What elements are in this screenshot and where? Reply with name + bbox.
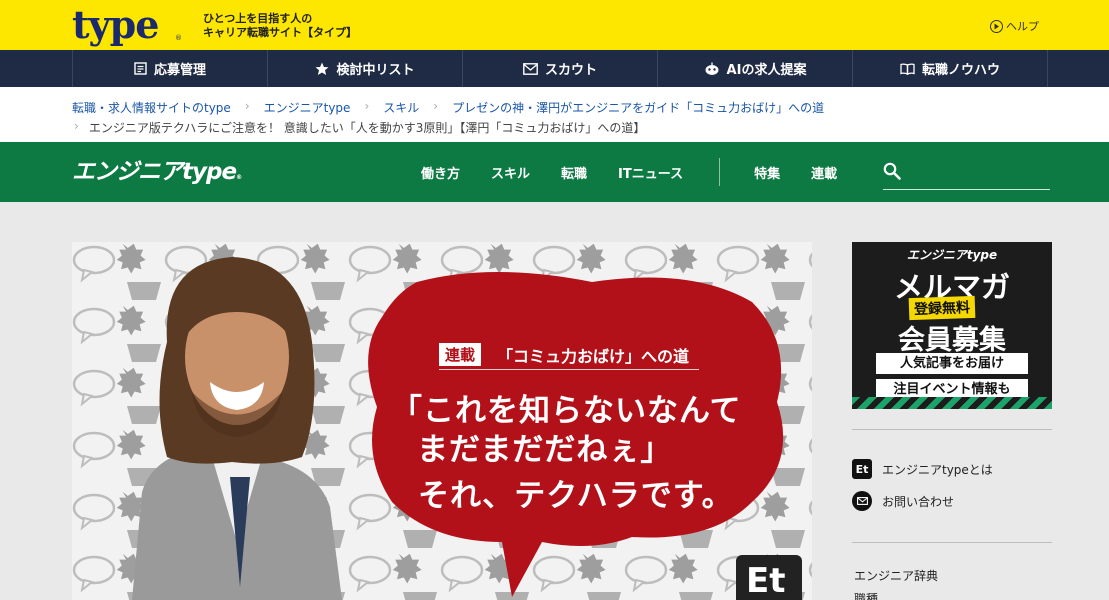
chevron-right-icon: › xyxy=(364,99,370,113)
sidebar-divider xyxy=(852,542,1052,543)
series-title: 「コミュ力おばけ」への道 xyxy=(497,347,690,366)
engineer-type-logo-text: エンジニアtype xyxy=(72,159,237,185)
nav-ai-suggestions[interactable]: AIの求人提案 xyxy=(658,50,853,87)
site-nav-workstyle[interactable]: 働き方 xyxy=(421,163,460,182)
sidebar-link-about[interactable]: Et エンジニアtypeとは xyxy=(852,459,993,479)
main-nav: 応募管理 検討中リスト スカウト AIの求人提案 転職ノウハウ xyxy=(0,50,1109,87)
site-nav-it-news[interactable]: ITニュース xyxy=(618,163,683,182)
help-link[interactable]: ヘルプ xyxy=(990,18,1039,34)
breadcrumb-current: エンジニア版テクハラにご注意を！ 意識したい「人を動かす3原則」【澤円「コミュ力… xyxy=(88,121,646,135)
chevron-right-icon: › xyxy=(244,99,250,113)
nav-label: AIの求人提案 xyxy=(726,63,807,78)
star-icon xyxy=(315,62,329,75)
banner-box-popular: 人気記事をお届け xyxy=(876,353,1028,374)
hero-image[interactable]: 連載 「コミュ力おばけ」への道 「これを知らないなんて まだまだだねぇ」 それ、… xyxy=(72,242,812,600)
help-label: ヘルプ xyxy=(1006,20,1039,33)
nav-know-how[interactable]: 転職ノウハウ xyxy=(853,50,1048,87)
breadcrumb-link-skill[interactable]: スキル xyxy=(383,99,419,116)
nav-label: 転職ノウハウ xyxy=(921,63,1000,78)
document-icon xyxy=(134,62,147,75)
search-icon[interactable] xyxy=(883,162,901,180)
site-nav-career-change[interactable]: 転職 xyxy=(561,163,587,182)
nav-wishlist[interactable]: 検討中リスト xyxy=(268,50,463,87)
banner-member: 会員募集 xyxy=(898,325,1006,356)
search-input[interactable] xyxy=(907,162,1047,186)
sidebar-divider xyxy=(852,429,1052,430)
breadcrumb-link-engineer-type[interactable]: エンジニアtype xyxy=(264,99,351,116)
tagline-line1: ひとつ上を目指す人の xyxy=(203,12,313,25)
book-icon xyxy=(900,62,915,75)
nav-application-management[interactable]: 応募管理 xyxy=(73,50,268,87)
site-nav-features[interactable]: 特集 xyxy=(754,163,780,182)
hero-headline-line2: まだまだだねぇ」 xyxy=(417,432,673,468)
chevron-right-icon: › xyxy=(74,119,79,133)
nav-label: 応募管理 xyxy=(153,63,206,78)
series-tag: 連載 xyxy=(439,343,482,366)
tagline: ひとつ上を目指す人の キャリア転職サイト【タイプ】 xyxy=(203,12,357,40)
top-header: type ® ひとつ上を目指す人の キャリア転職サイト【タイプ】 ヘルプ xyxy=(0,0,1109,50)
banner-free-badge: 登録無料 xyxy=(908,295,976,321)
play-circle-icon xyxy=(990,19,1003,33)
engineer-type-logo[interactable]: エンジニアtype® xyxy=(72,159,242,191)
nav-label: 検討中リスト xyxy=(336,63,415,78)
chevron-right-icon: › xyxy=(433,99,439,113)
tagline-line2: キャリア転職サイト【タイプ】 xyxy=(203,26,357,39)
breadcrumb-link-series[interactable]: プレゼンの神・澤円がエンジニアをガイド「コミュ力おばけ」への道 xyxy=(452,99,824,116)
series-underline xyxy=(439,369,699,370)
search-box xyxy=(883,162,1050,190)
banner-stripe xyxy=(852,397,1052,409)
sidebar-link-label: エンジニアtypeとは xyxy=(882,462,993,477)
sidebar-link-contact[interactable]: お問い合わせ xyxy=(852,491,954,511)
registered-mark: ® xyxy=(236,174,242,181)
mail-icon xyxy=(523,62,538,75)
nav-divider xyxy=(719,158,721,186)
ai-icon xyxy=(705,62,719,75)
hero-headline-line3: それ、テクハラです。 xyxy=(418,478,734,514)
newsletter-banner[interactable]: エンジニアtype メルマガ 会員募集 登録無料 人気記事をお届け 注目イベント… xyxy=(852,242,1052,409)
et-badge-icon: Et xyxy=(736,555,802,600)
registered-mark: ® xyxy=(175,34,182,42)
sidebar-link-label: お問い合わせ xyxy=(882,494,955,509)
type-logo[interactable]: type xyxy=(72,6,159,44)
sidebar-section-title: エンジニア辞典 xyxy=(854,569,939,583)
banner-brand: エンジニアtype xyxy=(906,248,998,262)
nav-scout[interactable]: スカウト xyxy=(463,50,658,87)
et-icon: Et xyxy=(852,459,872,479)
site-nav-skill[interactable]: スキル xyxy=(491,163,530,182)
breadcrumb-link-type[interactable]: 転職・求人情報サイトのtype xyxy=(72,99,231,116)
nav-label: スカウト xyxy=(544,63,597,78)
breadcrumb: 転職・求人情報サイトのtype › エンジニアtype › スキル › プレゼン… xyxy=(0,87,1109,142)
mail-icon xyxy=(852,491,872,511)
sidebar-section-item[interactable]: 職種 xyxy=(854,590,878,600)
site-nav-series[interactable]: 連載 xyxy=(811,163,837,182)
